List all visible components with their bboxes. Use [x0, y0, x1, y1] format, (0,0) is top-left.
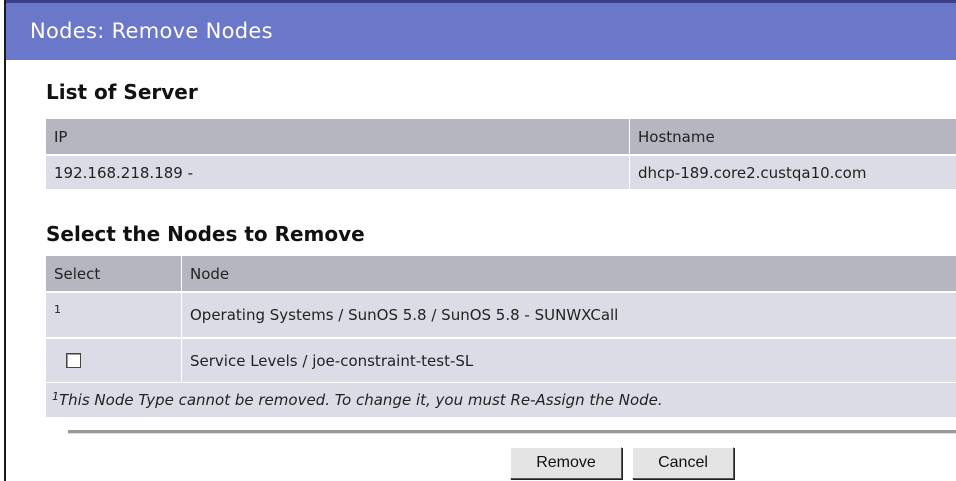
footnote: 1 This Node Type cannot be removed. To c… — [46, 383, 956, 417]
server-list-heading: List of Server — [46, 80, 198, 104]
title-bar: Nodes: Remove Nodes — [6, 0, 956, 60]
server-ip-cell: 192.168.218.189 - — [46, 155, 630, 189]
select-node-checkbox[interactable] — [66, 353, 81, 368]
column-header-select: Select — [46, 256, 182, 291]
footnote-marker: 1 — [54, 303, 61, 316]
page-title: Nodes: Remove Nodes — [30, 19, 273, 43]
table-row-1-select: 1 — [46, 292, 182, 337]
column-header-ip: IP — [46, 119, 630, 154]
footnote-text: This Node Type cannot be removed. To cha… — [59, 391, 663, 409]
nodes-heading: Select the Nodes to Remove — [46, 222, 365, 246]
node-name-cell: Operating Systems / SunOS 5.8 / SunOS 5.… — [182, 292, 956, 337]
server-hostname-cell: dhcp-189.core2.custqa10.com — [630, 155, 956, 189]
column-header-hostname: Hostname — [630, 119, 956, 154]
divider — [68, 430, 956, 434]
column-header-node: Node — [182, 256, 956, 291]
node-name-cell: Service Levels / joe-constraint-test-SL — [182, 338, 956, 382]
table-row-2-select — [46, 338, 182, 382]
footnote-superscript: 1 — [52, 389, 59, 403]
cancel-button[interactable]: Cancel — [632, 447, 734, 479]
remove-button[interactable]: Remove — [510, 447, 622, 479]
window-frame-left — [4, 0, 6, 481]
